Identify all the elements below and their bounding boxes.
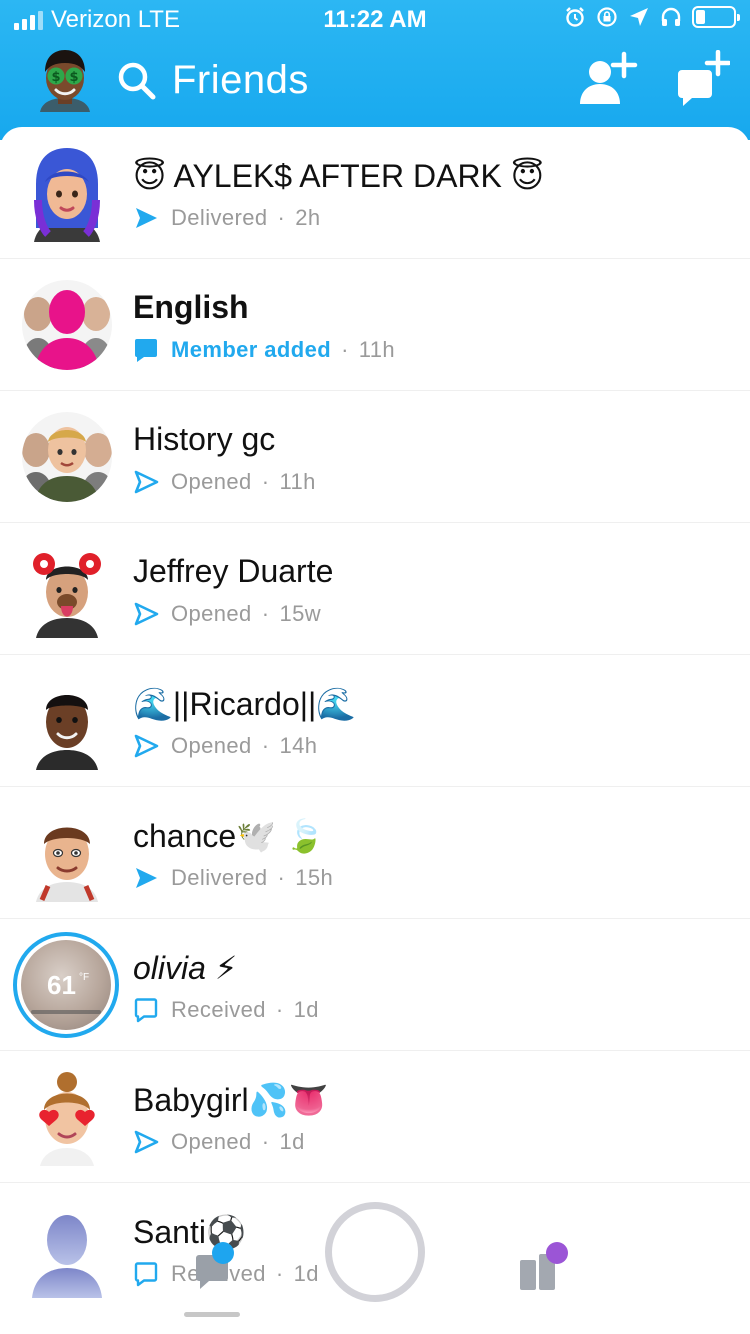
conversation-name: Santi⚽ (133, 1214, 246, 1250)
conversation-status: Opened · 14h (133, 731, 317, 761)
filled-chat-icon (135, 339, 157, 362)
conversation-name: History gc (133, 421, 276, 457)
discover-icon[interactable] (518, 1252, 558, 1292)
rotation-lock-icon (597, 7, 617, 27)
conversation-status: Received · 1d (133, 995, 319, 1025)
conversation-status: Opened · 11h (133, 467, 316, 497)
bitmoji-avatar-icon (34, 148, 100, 242)
outline-arrow-icon (134, 734, 159, 758)
conversation-status: Opened · 1d (133, 1127, 305, 1157)
conversation-time: 15w (279, 601, 321, 626)
conversation-row[interactable]: English Member added · 11h (0, 259, 750, 391)
conversation-row[interactable]: Babygirl💦👅 Opened · 1d (0, 1051, 750, 1183)
conversation-time: 14h (279, 733, 318, 758)
conversation-name: 🌊||Ricardo||🌊 (133, 686, 357, 722)
outline-arrow-icon (134, 1130, 159, 1154)
outline-arrow-icon (134, 470, 159, 494)
story-avatar[interactable]: 61 °F (13, 932, 119, 1038)
group-avatar-icon (22, 412, 112, 502)
conversation-name: English (133, 289, 249, 325)
location-icon (630, 8, 648, 26)
conversation-row[interactable]: chance🕊️ 🍃 Delivered · 15h (0, 787, 750, 919)
filled-arrow-icon (136, 868, 157, 888)
conversation-row[interactable]: 😇 AYLEK$ AFTER DARK 😇 Delivered · 2h (0, 127, 750, 259)
bitmoji-avatar-icon (36, 827, 98, 902)
conversation-status: Opened · 15w (133, 599, 321, 629)
lightning-emoji: ⚡ (214, 950, 238, 986)
conversation-list: 😇 AYLEK$ AFTER DARK 😇 Delivered · 2h Eng… (0, 127, 750, 1334)
outline-chat-icon (134, 1262, 158, 1287)
add-friend-icon[interactable] (578, 50, 638, 106)
angel-emoji: 😇 (133, 158, 167, 194)
story-temperature: 61 (47, 970, 76, 1000)
conversation-row[interactable]: Jeffrey Duarte Opened · 15w (0, 523, 750, 655)
default-avatar-icon (32, 1215, 102, 1298)
conversation-time: 11h (279, 469, 316, 494)
angel-emoji: 😇 (510, 158, 545, 194)
conversation-time: 1d (293, 997, 319, 1022)
conversation-status: Delivered · 2h (133, 203, 321, 233)
battery-icon (692, 6, 740, 28)
filled-arrow-icon (136, 208, 157, 228)
story-temperature-unit: °F (79, 972, 90, 983)
bitmoji-avatar-icon[interactable]: $ $ (34, 46, 96, 114)
conversation-name: chance🕊️ 🍃 (133, 818, 325, 854)
new-chat-icon[interactable] (674, 50, 730, 106)
svg-text:$: $ (69, 70, 78, 85)
conversation-name: Babygirl💦👅 (133, 1082, 329, 1118)
search-icon[interactable] (116, 60, 158, 102)
conversation-status: Delivered · 15h (133, 863, 333, 893)
outline-arrow-icon (134, 602, 159, 626)
conversation-status: Member added · 11h (133, 335, 395, 365)
conversation-time: 11h (358, 337, 396, 362)
group-avatar-icon (22, 280, 112, 370)
conversation-row[interactable]: History gc Opened · 11h (0, 391, 750, 523)
conversation-row[interactable]: 🌊||Ricardo||🌊 Opened · 14h (0, 655, 750, 787)
soccer-ball-emoji: ⚽ (205, 1214, 246, 1250)
conversation-name: 😇 AYLEK$ AFTER DARK 😇 (133, 158, 545, 194)
sweat-tongue-emoji: 💦👅 (248, 1082, 329, 1118)
capture-button[interactable] (325, 1202, 425, 1302)
page-title: Friends (172, 58, 309, 102)
dove-leaf-emoji: 🕊️ 🍃 (236, 818, 325, 854)
chat-icon[interactable] (192, 1252, 232, 1292)
top-nav: $ $ Friends (0, 40, 750, 130)
conversation-name: olivia ⚡ (133, 950, 238, 986)
wave-emoji: 🌊 (133, 686, 173, 722)
conversation-name: Jeffrey Duarte (133, 553, 334, 589)
conversation-time: 2h (295, 205, 321, 230)
bitmoji-avatar-icon (36, 695, 98, 770)
bitmoji-avatar-icon (39, 1072, 95, 1166)
conversation-row[interactable]: 61 °F olivia ⚡ Received · 1d (0, 919, 750, 1051)
outline-chat-icon (134, 998, 158, 1023)
bitmoji-avatar-icon (33, 553, 101, 638)
status-bar: Verizon LTE 11:22 AM (0, 0, 750, 40)
conversation-time: 1d (279, 1129, 305, 1154)
svg-text:$: $ (51, 70, 60, 85)
headphones-icon (661, 7, 681, 26)
wave-emoji: 🌊 (316, 686, 357, 722)
conversation-time: 15h (295, 865, 334, 890)
alarm-icon (566, 7, 584, 27)
conversation-time: 1d (293, 1261, 319, 1286)
app-header: Verizon LTE 11:22 AM $ $ Friends (0, 0, 750, 140)
